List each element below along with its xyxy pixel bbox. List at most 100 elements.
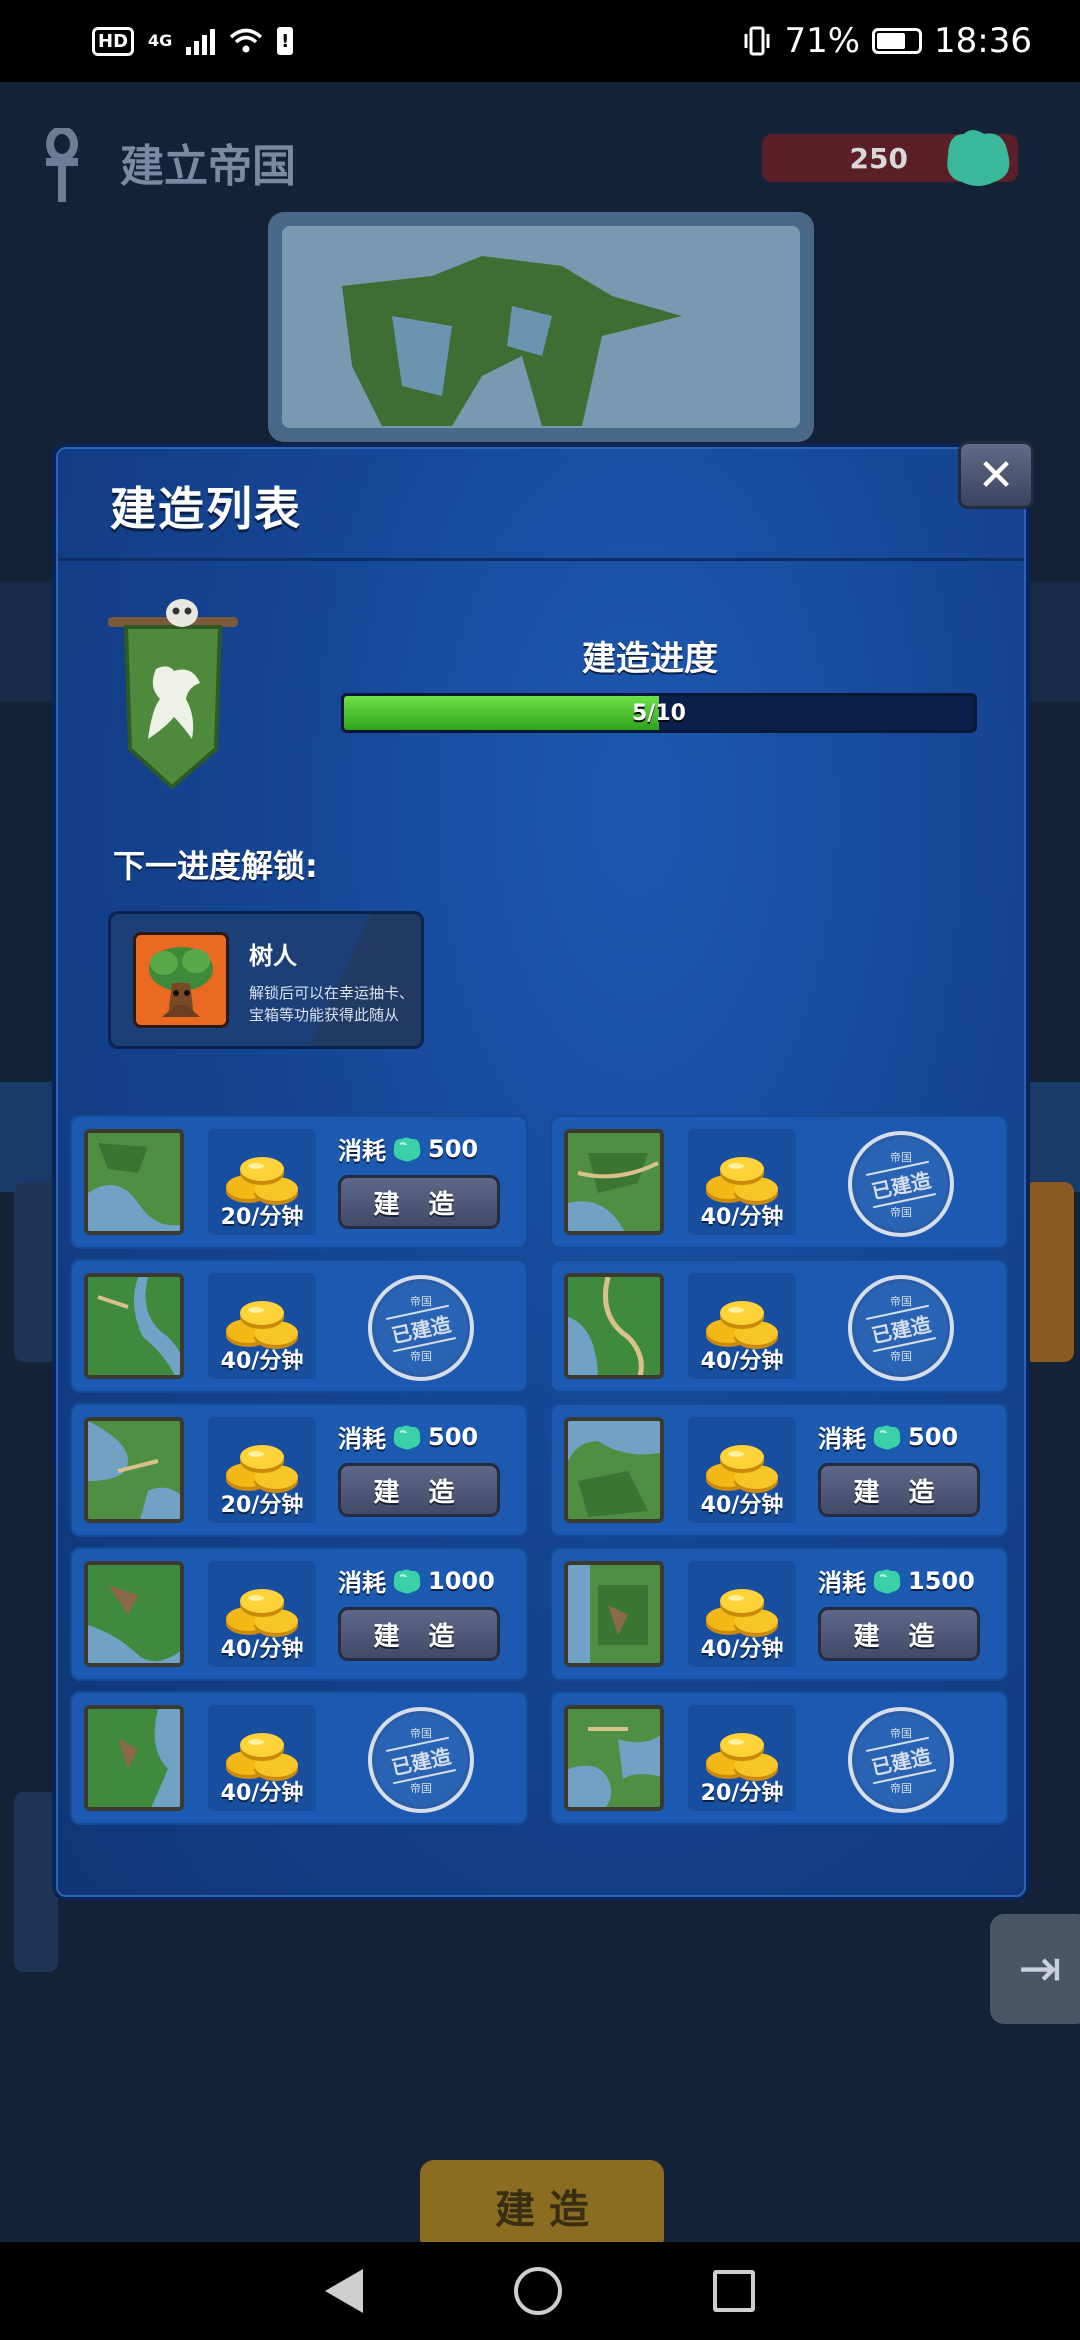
gem-count: 250 xyxy=(849,141,908,175)
gem-icon xyxy=(393,1137,421,1161)
status-right: 71% 18:36 xyxy=(742,21,1032,61)
income-box: 40/分钟 xyxy=(688,1561,796,1667)
progress-text: 5/10 xyxy=(632,700,686,726)
built-stamp: 帝国 已建造 帝国 xyxy=(848,1707,954,1813)
income-rate: 40/分钟 xyxy=(700,1637,784,1662)
build-button[interactable]: 建 造 xyxy=(818,1607,980,1661)
income-rate: 20/分钟 xyxy=(220,1205,304,1230)
hd-badge: HD xyxy=(92,26,135,56)
terrain-tile-icon xyxy=(84,1705,184,1811)
gem-icon xyxy=(393,1569,421,1593)
income-rate: 40/分钟 xyxy=(700,1205,784,1230)
built-stamp: 帝国 已建造 帝国 xyxy=(848,1275,954,1381)
wifi-icon xyxy=(230,28,263,53)
cost-value: 1000 xyxy=(428,1566,495,1595)
battery-percent: 71% xyxy=(784,21,861,61)
income-box: 20/分钟 xyxy=(688,1705,796,1811)
recents-icon[interactable] xyxy=(712,2270,755,2312)
gem-counter[interactable]: 250 xyxy=(762,130,1018,186)
gold-coins-icon xyxy=(706,1301,778,1349)
horse-banner-icon xyxy=(108,599,238,789)
modal-title: 建造列表 xyxy=(110,482,302,536)
gold-coins-icon xyxy=(226,1157,298,1205)
stamp-text: 已建造 xyxy=(866,1160,936,1208)
modal-header: 建造列表 xyxy=(58,449,1024,561)
terrain-tile-icon xyxy=(84,1561,184,1667)
income-rate: 20/分钟 xyxy=(700,1781,784,1806)
income-rate: 40/分钟 xyxy=(220,1349,304,1374)
ankh-icon xyxy=(42,126,82,202)
building-item: 40/分钟 帝国 已建造 帝国 xyxy=(70,1259,528,1393)
income-box: 40/分钟 xyxy=(688,1129,796,1235)
unlock-name: 树人 xyxy=(249,942,297,970)
cost-label: 消耗 xyxy=(818,1569,866,1597)
built-stamp: 帝国 已建造 帝国 xyxy=(848,1131,954,1237)
status-left: HD 4G ! xyxy=(92,26,294,56)
terrain-tile-icon xyxy=(84,1129,184,1235)
build-button[interactable]: 建 造 xyxy=(338,1463,500,1517)
stamp-bottom: 帝国 xyxy=(890,1349,912,1363)
build-button[interactable]: 建 造 xyxy=(818,1463,980,1517)
terrain-tile-icon xyxy=(84,1417,184,1523)
stamp-top: 帝国 xyxy=(410,1726,432,1740)
gold-coins-icon xyxy=(226,1589,298,1637)
back-icon[interactable] xyxy=(325,2269,364,2313)
building-item: 20/分钟 帝国 已建造 帝国 xyxy=(550,1691,1008,1825)
income-box: 40/分钟 xyxy=(208,1705,316,1811)
cost-row: 消耗 500 xyxy=(338,1419,478,1454)
cost-row: 消耗 1500 xyxy=(818,1563,975,1598)
income-rate: 40/分钟 xyxy=(700,1493,784,1518)
gem-icon xyxy=(873,1569,901,1593)
network-label: 4G xyxy=(148,31,173,50)
building-grid: 20/分钟 消耗 500 建 造 40/分钟 帝国 已建造 帝国 40/分钟 帝国 已建造 帝国 40/… xyxy=(70,1115,1016,1825)
gold-coins-icon xyxy=(706,1445,778,1493)
income-box: 40/分钟 xyxy=(688,1417,796,1523)
bg-side-card-right xyxy=(1024,1182,1074,1362)
cost-label: 消耗 xyxy=(818,1425,866,1453)
built-stamp: 帝国 已建造 帝国 xyxy=(368,1275,474,1381)
home-icon[interactable] xyxy=(513,2267,562,2315)
income-box: 40/分钟 xyxy=(208,1273,316,1379)
unlock-description: 解锁后可以在幸运抽卡、宝箱等功能获得此随从 xyxy=(249,984,415,1024)
exit-icon[interactable]: ⇥ xyxy=(990,1914,1080,2024)
building-item: 40/分钟 帝国 已建造 帝国 xyxy=(550,1259,1008,1393)
cost-row: 消耗 500 xyxy=(338,1131,478,1166)
alert-icon: ! xyxy=(277,27,294,55)
stamp-top: 帝国 xyxy=(890,1726,912,1740)
cost-label: 消耗 xyxy=(338,1569,386,1597)
stamp-text: 已建造 xyxy=(866,1736,936,1784)
bg-side-card-left xyxy=(14,1182,58,1362)
build-button[interactable]: 建 造 xyxy=(338,1175,500,1229)
cost-label: 消耗 xyxy=(338,1425,386,1453)
bg-side-card-left-2 xyxy=(14,1792,58,1972)
close-icon[interactable]: ✕ xyxy=(958,441,1034,509)
empire-map[interactable] xyxy=(268,212,814,442)
income-box: 40/分钟 xyxy=(688,1273,796,1379)
treant-icon xyxy=(133,932,229,1028)
cost-value: 500 xyxy=(428,1134,479,1163)
vibrate-icon xyxy=(744,26,770,56)
terrain-tile-icon xyxy=(564,1273,664,1379)
cost-row: 消耗 1000 xyxy=(338,1563,495,1598)
background-build-button[interactable]: 建 造 xyxy=(420,2160,664,2252)
income-rate: 40/分钟 xyxy=(220,1781,304,1806)
cost-row: 消耗 500 xyxy=(818,1419,958,1454)
cost-value: 1500 xyxy=(908,1566,975,1595)
unlock-card[interactable]: 树人 解锁后可以在幸运抽卡、宝箱等功能获得此随从 xyxy=(108,911,424,1049)
terrain-tile-icon xyxy=(564,1129,664,1235)
income-box: 20/分钟 xyxy=(208,1417,316,1523)
gold-coins-icon xyxy=(706,1157,778,1205)
income-box: 40/分钟 xyxy=(208,1561,316,1667)
build-progress-bar: 5/10 xyxy=(341,693,977,733)
cost-value: 500 xyxy=(428,1422,479,1451)
build-button[interactable]: 建 造 xyxy=(338,1607,500,1661)
terrain-tile-icon xyxy=(564,1705,664,1811)
stamp-top: 帝国 xyxy=(890,1150,912,1164)
income-rate: 20/分钟 xyxy=(220,1493,304,1518)
next-unlock-label: 下一进度解锁: xyxy=(113,847,318,885)
stamp-bottom: 帝国 xyxy=(410,1349,432,1363)
gem-icon xyxy=(393,1425,421,1449)
terrain-tile-icon xyxy=(564,1561,664,1667)
gold-coins-icon xyxy=(226,1733,298,1781)
built-stamp: 帝国 已建造 帝国 xyxy=(368,1707,474,1813)
